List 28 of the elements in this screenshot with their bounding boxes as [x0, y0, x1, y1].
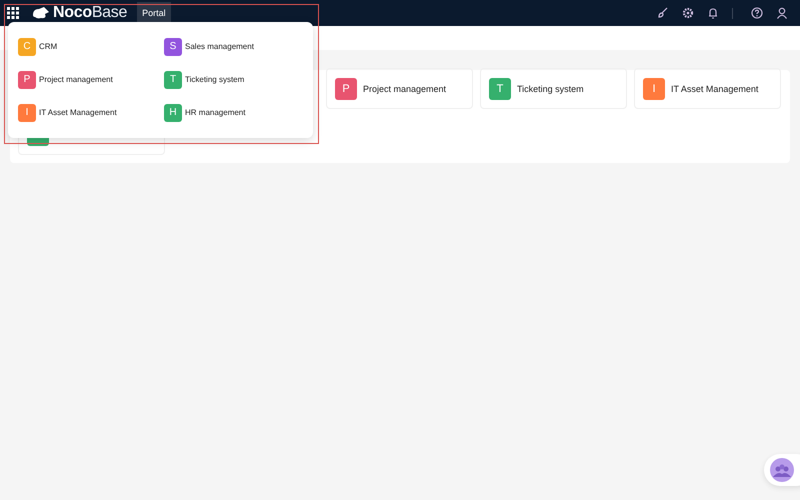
logo-text: NocoBase	[53, 4, 128, 22]
app-menu-item[interactable]: I IT Asset Management	[18, 96, 164, 129]
logo-icon	[31, 6, 51, 20]
app-letter-icon: P	[18, 70, 36, 88]
app-menu-item[interactable]: T Ticketing system	[164, 63, 310, 96]
app-letter-icon: T	[164, 70, 182, 88]
brush-icon[interactable]	[657, 7, 669, 19]
app-menu-item[interactable]: H HR management	[164, 96, 310, 129]
bell-icon[interactable]	[707, 7, 719, 19]
chat-bubble[interactable]	[764, 454, 800, 486]
app-tile[interactable]: T Ticketing system	[480, 68, 627, 109]
app-letter-icon: P	[335, 78, 357, 100]
settings-icon[interactable]	[682, 7, 694, 19]
assistant-avatar-icon	[770, 458, 794, 482]
app-tile[interactable]: P Project management	[326, 68, 473, 109]
user-icon[interactable]	[776, 7, 788, 19]
app-menu-item[interactable]: C CRM	[18, 30, 164, 63]
app-tile[interactable]: I IT Asset Management	[634, 68, 781, 109]
app-menu-item[interactable]: S Sales management	[164, 30, 310, 63]
app-letter-icon: I	[18, 104, 36, 122]
app-letter-icon: S	[164, 38, 182, 56]
app-letter-icon: H	[164, 104, 182, 122]
app-menu-item[interactable]: P Project management	[18, 63, 164, 96]
app-letter-icon: I	[643, 78, 665, 100]
app-letter-icon: C	[18, 38, 36, 56]
apps-grid-icon[interactable]	[7, 7, 19, 19]
help-icon[interactable]	[751, 7, 763, 19]
app-letter-icon: T	[489, 78, 511, 100]
